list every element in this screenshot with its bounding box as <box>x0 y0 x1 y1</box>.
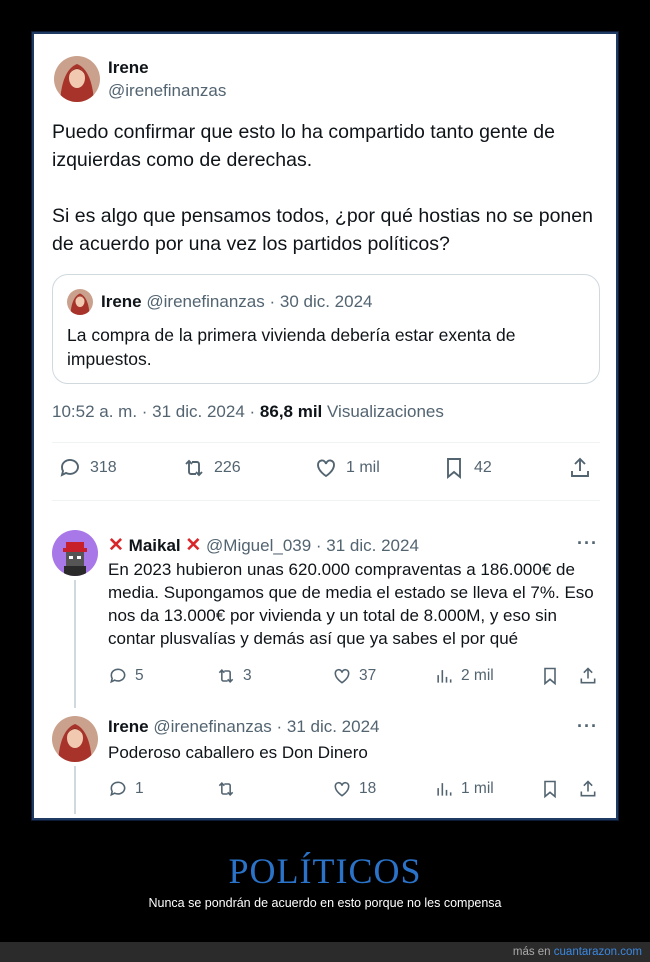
reply-header: Irene @irenefinanzas · 31 dic. 2024 <box>108 717 380 737</box>
quoted-header: Irene @irenefinanzas · 30 dic. 2024 <box>101 292 373 312</box>
heart-icon <box>334 668 350 684</box>
thread-line <box>74 580 76 708</box>
tweet-meta: 10:52 a. m. · 31 dic. 2024 · 86,8 mil Vi… <box>52 402 444 422</box>
bookmark-button[interactable]: 42 <box>442 456 492 480</box>
bookmark-icon <box>544 780 556 799</box>
views-label: Visualizaciones <box>327 402 444 421</box>
repost-count: 3 <box>243 667 252 684</box>
footer: más en cuantarazon.com <box>0 942 650 962</box>
repost-icon <box>185 459 203 477</box>
more-options-icon[interactable]: ··· <box>577 533 598 554</box>
like-count: 37 <box>359 667 377 684</box>
reply-author-avatar[interactable] <box>52 530 98 576</box>
tweet-card: Irene @irenefinanzas Puedo confirmar que… <box>31 31 619 821</box>
views-count: 86,8 mil <box>259 402 323 421</box>
reply-handle-date[interactable]: @Miguel_039 · 31 dic. 2024 <box>206 536 419 555</box>
quoted-author-name: Irene <box>101 292 142 311</box>
bookmark-button[interactable] <box>540 779 560 799</box>
like-button[interactable]: 1 mil <box>314 456 380 480</box>
repost-button[interactable]: 226 <box>182 456 241 480</box>
cross-mark-icon: ✕ <box>185 535 202 556</box>
footer-prefix: más en <box>512 946 551 958</box>
caption-subtitle: Nunca se pondrán de acuerdo en esto porq… <box>148 896 502 910</box>
more-options-icon[interactable]: ··· <box>577 716 598 737</box>
views-button[interactable]: 1 mil <box>434 779 494 799</box>
reply-text: En 2023 hubieron unas 620.000 compravent… <box>108 560 594 648</box>
bookmark-icon <box>544 667 556 686</box>
reply-count: 1 <box>135 780 144 797</box>
heart-icon <box>334 781 350 797</box>
reply-count: 5 <box>135 667 144 684</box>
author-handle[interactable]: @irenefinanzas <box>108 81 226 101</box>
like-button[interactable]: 37 <box>332 666 376 686</box>
caption-title: POLÍTICOS <box>228 851 422 891</box>
reply-button[interactable]: 318 <box>58 456 117 480</box>
repost-icon <box>218 782 234 796</box>
tweet-actions: 318 226 1 mil 42 <box>52 456 600 486</box>
reply-handle-date[interactable]: @irenefinanzas · 31 dic. 2024 <box>153 717 379 736</box>
share-button[interactable] <box>578 666 598 686</box>
repost-button[interactable]: 3 <box>216 666 252 686</box>
reply-header: ✕ Maikal ✕ @Miguel_039 · 31 dic. 2024 <box>108 534 419 557</box>
quoted-author-avatar <box>67 289 93 315</box>
analytics-icon <box>437 670 452 683</box>
quoted-tweet[interactable]: Irene @irenefinanzas · 30 dic. 2024 La c… <box>52 274 600 384</box>
repost-count: 226 <box>214 459 241 476</box>
tweet-timestamp[interactable]: 10:52 a. m. · 31 dic. 2024 · <box>52 402 255 421</box>
thread-line <box>74 766 76 814</box>
reply-author-name[interactable]: Maikal <box>129 536 181 555</box>
divider <box>52 500 600 501</box>
bookmark-icon <box>447 458 461 480</box>
share-button[interactable] <box>578 779 598 799</box>
quoted-handle-date: @irenefinanzas · 30 dic. 2024 <box>146 292 373 311</box>
like-button[interactable]: 18 <box>332 779 376 799</box>
share-icon <box>571 457 589 477</box>
share-icon <box>580 780 596 797</box>
views-button[interactable]: 2 mil <box>434 666 494 686</box>
share-icon <box>580 667 596 684</box>
reply-button[interactable]: 1 <box>108 779 144 799</box>
bookmark-button[interactable] <box>540 666 560 686</box>
reply-text: Poderoso caballero es Don Dinero <box>108 743 368 762</box>
tweet-paragraph: Puedo confirmar que esto lo ha compartid… <box>52 121 555 171</box>
repost-button[interactable] <box>216 779 243 799</box>
author-avatar[interactable] <box>54 56 100 102</box>
analytics-icon <box>437 783 452 796</box>
reply-count: 318 <box>90 459 117 476</box>
tweet-paragraph: Si es algo que pensamos todos, ¿por qué … <box>52 205 593 255</box>
footer-site-link[interactable]: cuantarazon.com <box>554 946 642 958</box>
reply-icon <box>110 668 126 684</box>
reply-author-avatar[interactable] <box>52 716 98 762</box>
repost-icon <box>218 669 234 683</box>
cross-mark-icon: ✕ <box>108 535 124 556</box>
like-count: 1 mil <box>346 459 380 476</box>
views-count: 1 mil <box>461 780 494 797</box>
reply-button[interactable]: 5 <box>108 666 144 686</box>
views-count: 2 mil <box>461 667 494 684</box>
bookmark-count: 42 <box>474 459 492 476</box>
heart-icon <box>317 459 335 478</box>
quoted-text: La compra de la primera vivienda debería… <box>67 325 516 369</box>
divider <box>52 442 600 443</box>
reply-actions: 1 18 1 mil <box>108 779 604 803</box>
reply-icon <box>60 459 79 477</box>
author-name[interactable]: Irene <box>108 58 149 78</box>
like-count: 18 <box>359 780 377 797</box>
reply-actions: 5 3 37 2 mil <box>108 666 604 690</box>
reply-icon <box>110 781 126 797</box>
tweet-text: Puedo confirmar que esto lo ha compartid… <box>52 118 604 286</box>
share-button[interactable] <box>568 456 592 480</box>
reply-author-name[interactable]: Irene <box>108 717 149 736</box>
